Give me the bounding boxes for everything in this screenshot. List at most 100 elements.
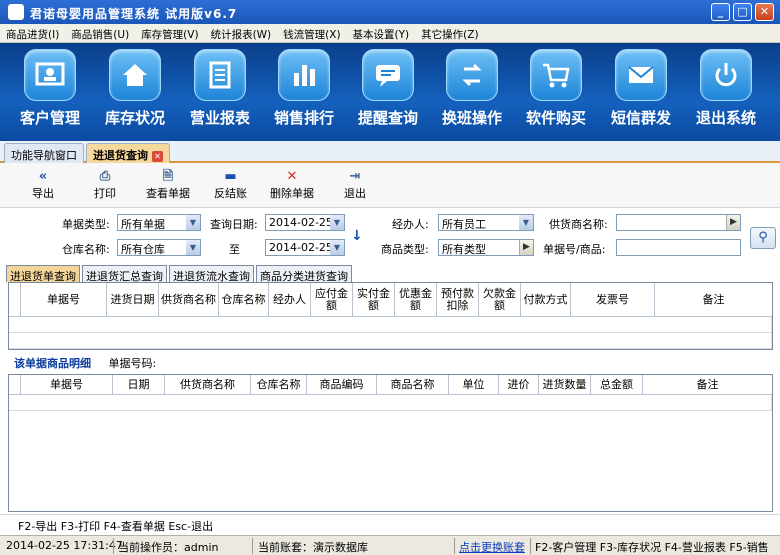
inventory-status-button[interactable]: 库存状况 — [97, 49, 173, 139]
menu-other[interactable]: 其它操作(Z) — [415, 24, 484, 42]
tab-navigation[interactable]: 功能导航窗口 — [4, 143, 84, 163]
customer-button[interactable]: 客户管理 — [12, 49, 88, 139]
query-date-label: 查询日期: — [210, 218, 258, 231]
menu-goods-sales[interactable]: 商品销售(U) — [65, 24, 135, 42]
printer-icon: ⎙ — [99, 169, 111, 184]
column-header[interactable]: 单位 — [449, 375, 499, 395]
column-header[interactable]: 预付款扣除 — [437, 283, 479, 317]
supplier-label: 供货商名称: — [549, 218, 608, 231]
subtab-summary-query[interactable]: 进退货汇总查询 — [82, 265, 167, 283]
exit-door-icon: ⇥ — [349, 169, 361, 184]
menu-settings[interactable]: 基本设置(Y) — [347, 24, 416, 42]
status-operator: 当前操作员：admin — [118, 541, 219, 554]
select-arrow-icon[interactable]: ▶ — [519, 240, 533, 255]
column-header[interactable]: 备注 — [643, 375, 772, 395]
column-header[interactable]: 经办人 — [269, 283, 311, 317]
doc-goods-label: 单据号/商品: — [543, 243, 606, 256]
column-header[interactable]: 实付金额 — [353, 283, 395, 317]
supplier-input[interactable]: ▶ — [616, 214, 741, 231]
document-icon — [194, 49, 246, 101]
table-row[interactable] — [9, 317, 772, 333]
subtab-category-query[interactable]: 商品分类进货查询 — [256, 265, 352, 283]
query-subtabs: 进退货单查询 进退货汇总查询 进退货流水查询 商品分类进货查询 — [6, 265, 352, 283]
column-header[interactable]: 进价 — [499, 375, 539, 395]
chevron-down-icon: ▼ — [330, 240, 344, 255]
table-row[interactable] — [9, 333, 772, 349]
warehouse-select[interactable]: 所有仓库 ▼ — [117, 239, 201, 256]
reverse-settlement-button[interactable]: ▬ 反结账 — [214, 169, 247, 201]
column-header[interactable]: 总金额 — [591, 375, 643, 395]
status-datetime: 2014-02-25 17:31:47 — [6, 539, 123, 552]
exit-button[interactable]: ⇥ 退出 — [344, 169, 366, 201]
select-arrow-icon[interactable]: ▶ — [726, 215, 740, 230]
menu-reports[interactable]: 统计报表(W) — [205, 24, 278, 42]
date-from-picker[interactable]: 2014-02-25 ▼ — [265, 214, 345, 231]
delete-document-button[interactable]: ✕ 删除单据 — [270, 169, 314, 201]
tab-purchase-query[interactable]: 进退货查询 ✕ — [86, 143, 170, 163]
export-button[interactable]: « 导出 — [32, 169, 54, 201]
column-header[interactable]: 仓库名称 — [251, 375, 307, 395]
column-header[interactable]: 进货日期 — [107, 283, 159, 317]
column-header[interactable]: 进货数量 — [539, 375, 591, 395]
shortcut-hint: F2-导出 F3-打印 F4-查看单据 Esc-退出 — [0, 514, 780, 534]
column-header[interactable]: 商品名称 — [377, 375, 449, 395]
main-toolbar: 客户管理 库存状况 营业报表 销售排行 提醒查询 换班操作 软件购买 短信群发 … — [0, 43, 780, 141]
business-report-button[interactable]: 营业报表 — [182, 49, 258, 139]
column-header[interactable]: 备注 — [655, 283, 772, 317]
change-account-link[interactable]: 点击更换账套 — [459, 539, 525, 555]
detail-title: 该单据商品明细 — [14, 357, 91, 370]
title-bar: 君诺母婴用品管理系统 试用版v6.7 _ □ ✕ — [0, 0, 780, 24]
doc-goods-input[interactable] — [616, 239, 741, 256]
menu-goods-purchase[interactable]: 商品进货(I) — [0, 24, 65, 42]
sales-ranking-button[interactable]: 销售排行 — [266, 49, 342, 139]
handler-select[interactable]: 所有员工 ▼ — [438, 214, 534, 231]
search-button[interactable]: ⚲ — [750, 227, 776, 249]
detail-grid[interactable]: 单据号 日期 供货商名称 仓库名称 商品编码 商品名称 单位 进价 进货数量 总… — [8, 374, 773, 512]
table-row[interactable] — [9, 395, 772, 411]
view-document-button[interactable]: 🗎 查看单据 — [146, 169, 190, 201]
status-account: 当前账套：演示数据库 — [258, 541, 368, 554]
column-header[interactable]: 付款方式 — [521, 283, 571, 317]
reminder-button[interactable]: 提醒查询 — [350, 49, 426, 139]
column-header[interactable]: 应付金额 — [311, 283, 353, 317]
column-header[interactable]: 发票号 — [571, 283, 655, 317]
menu-money[interactable]: 钱流管理(X) — [277, 24, 346, 42]
column-header[interactable]: 仓库名称 — [219, 283, 269, 317]
menu-bar: 商品进货(I) 商品销售(U) 库存管理(V) 统计报表(W) 钱流管理(X) … — [0, 24, 780, 43]
subtab-order-query[interactable]: 进退货单查询 — [6, 265, 80, 283]
column-header[interactable]: 供货商名称 — [159, 283, 219, 317]
shift-change-button[interactable]: 换班操作 — [434, 49, 510, 139]
action-toolbar: « 导出 ⎙ 打印 🗎 查看单据 ▬ 反结账 ✕ 删除单据 ⇥ 退出 — [0, 163, 780, 208]
column-header[interactable]: 欠款金额 — [479, 283, 521, 317]
menu-inventory[interactable]: 库存管理(V) — [135, 24, 204, 42]
exit-system-button[interactable]: 退出系统 — [688, 49, 764, 139]
document-tabs: 功能导航窗口 进退货查询 ✕ — [0, 141, 780, 163]
close-icon[interactable]: ✕ — [152, 150, 163, 162]
column-header[interactable]: 单据号 — [21, 283, 107, 317]
column-header[interactable]: 优惠金额 — [395, 283, 437, 317]
message-icon — [362, 49, 414, 101]
print-button[interactable]: ⎙ 打印 — [94, 169, 116, 201]
order-grid[interactable]: 单据号 进货日期 供货商名称 仓库名称 经办人 应付金额 实付金额 优惠金额 预… — [8, 282, 773, 350]
filter-panel: 单据类型: 所有单据 ▼ 查询日期: 2014-02-25 ▼ 经办人: 所有员工 ▼… — [0, 208, 780, 263]
bar-chart-icon — [278, 49, 330, 101]
column-header[interactable]: 日期 — [113, 375, 165, 395]
sms-button[interactable]: 短信群发 — [603, 49, 679, 139]
date-to-picker[interactable]: 2014-02-25 ▼ — [265, 239, 345, 256]
close-button[interactable]: ✕ — [755, 3, 774, 21]
chevron-down-icon: ▼ — [330, 215, 344, 230]
maximize-button[interactable]: □ — [733, 3, 752, 21]
doc-type-label: 单据类型: — [62, 218, 110, 231]
buy-software-button[interactable]: 软件购买 — [518, 49, 594, 139]
subtab-flow-query[interactable]: 进退货流水查询 — [169, 265, 254, 283]
minus-icon: ▬ — [224, 169, 237, 184]
minimize-button[interactable]: _ — [711, 3, 730, 21]
column-header[interactable]: 商品编码 — [307, 375, 377, 395]
double-chevron-left-icon: « — [38, 169, 48, 184]
doc-type-select[interactable]: 所有单据 ▼ — [117, 214, 201, 231]
to-label: 至 — [229, 243, 240, 256]
column-header[interactable]: 供货商名称 — [165, 375, 251, 395]
goods-type-select[interactable]: 所有类型 ▶ — [438, 239, 534, 256]
cart-icon — [530, 49, 582, 101]
column-header[interactable]: 单据号 — [21, 375, 113, 395]
